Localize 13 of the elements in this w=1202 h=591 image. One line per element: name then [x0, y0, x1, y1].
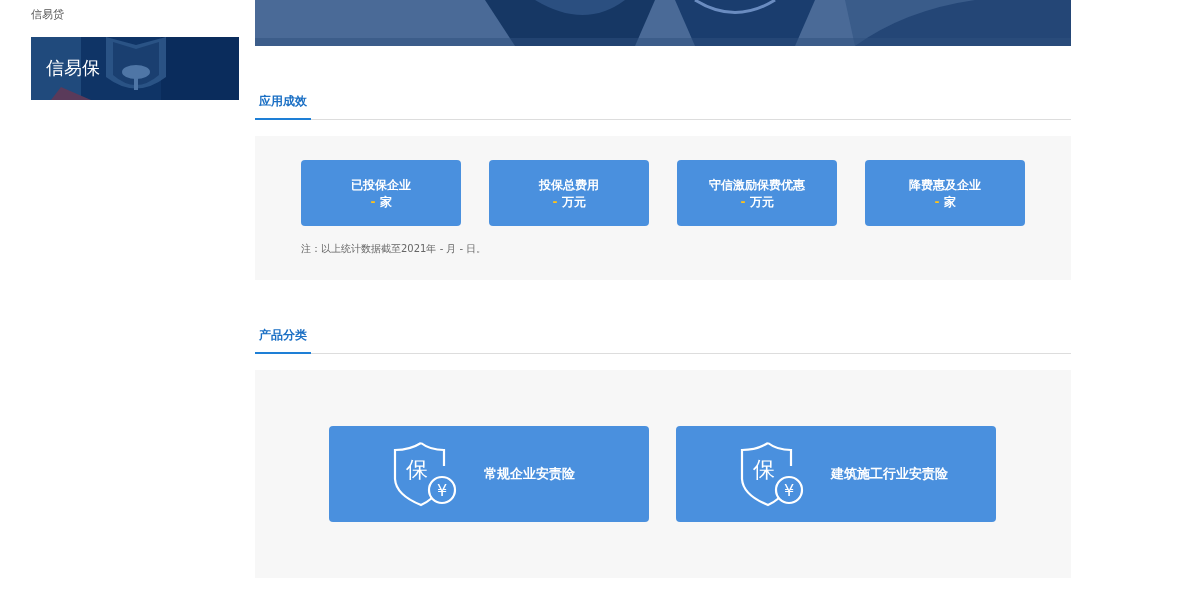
stat-value: - 家 — [934, 193, 956, 210]
stat-label: 降费惠及企业 — [909, 176, 981, 194]
stat-label: 守信激励保费优惠 — [709, 176, 805, 194]
stat-value: - 万元 — [552, 193, 586, 210]
section-title: 产品分类 — [255, 326, 311, 354]
stat-value: - 万元 — [740, 193, 774, 210]
stat-label: 已投保企业 — [351, 176, 411, 194]
banner-title[interactable]: 信易保 — [46, 56, 100, 80]
sidebar-link[interactable]: 信易贷 — [31, 8, 64, 22]
stat-value: - 家 — [370, 193, 392, 210]
stat-label: 投保总费用 — [539, 176, 599, 194]
footnote: 注：以上统计数据截至2021年 - 月 - 日。 — [301, 242, 488, 256]
section-title: 应用成效 — [255, 92, 311, 120]
